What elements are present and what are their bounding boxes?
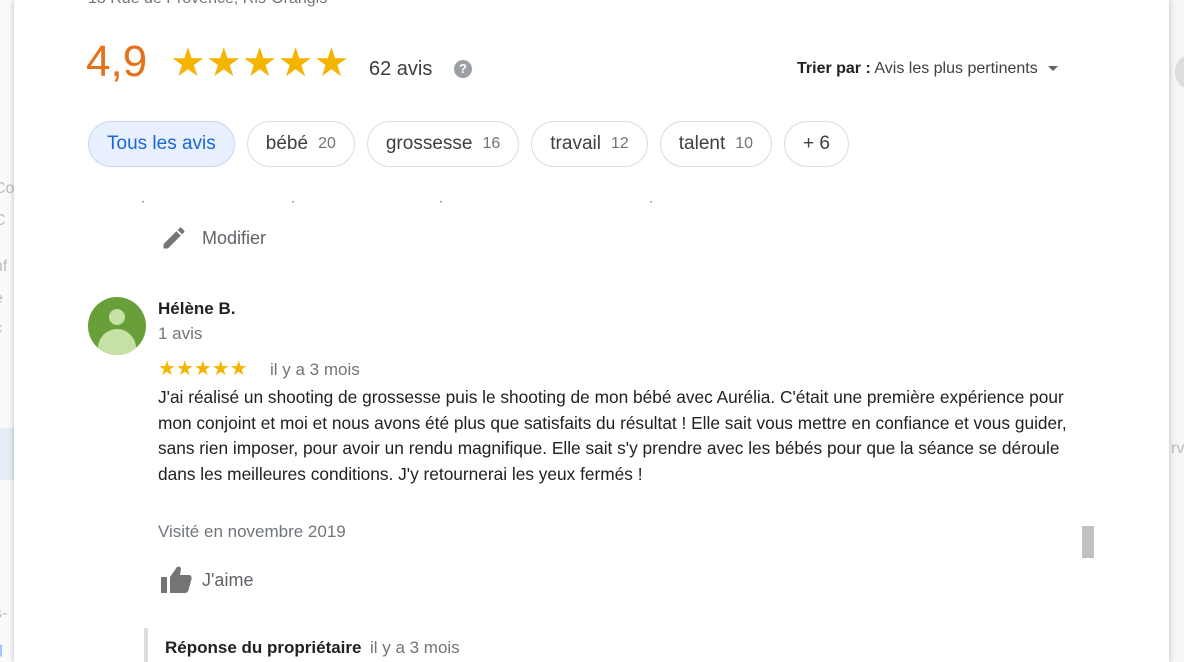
background-text: Co xyxy=(0,180,14,197)
background-selection xyxy=(0,428,14,480)
review-time: il y a 3 mois xyxy=(270,360,360,379)
filter-chip-all[interactable]: Tous les avis xyxy=(88,121,235,167)
review-count: 62 avis xyxy=(369,58,433,80)
chip-label: travail xyxy=(550,133,601,154)
sort-dropdown[interactable]: Trier par : Avis les plus pertinents xyxy=(797,60,1059,78)
pencil-icon xyxy=(163,227,185,249)
background-text: nf xyxy=(0,258,8,275)
chip-label: Tous les avis xyxy=(107,133,216,154)
avatar[interactable] xyxy=(88,297,146,355)
like-label: J'aime xyxy=(202,569,254,590)
review-text: J'ai réalisé un shooting de grossesse pu… xyxy=(158,387,1067,484)
chip-label: + 6 xyxy=(803,133,830,154)
owner-response-time: il y a 3 mois xyxy=(369,638,460,657)
background-left-window: Co C nf e c s- q xyxy=(0,0,14,662)
chip-count: 16 xyxy=(482,135,501,152)
chip-label: bébé xyxy=(265,133,309,154)
background-text: e xyxy=(0,290,3,308)
background-circle xyxy=(1175,56,1184,88)
background-text: rv xyxy=(1171,440,1184,457)
rating-stars: ★★★★★ xyxy=(170,41,350,85)
filter-chip-talent[interactable]: talent 10 xyxy=(659,121,773,167)
background-text: c xyxy=(0,320,2,338)
sort-label: Trier par : xyxy=(797,60,871,77)
sort-value: Avis les plus pertinents xyxy=(874,60,1038,77)
help-icon[interactable]: ? xyxy=(454,60,472,78)
background-text: q xyxy=(0,640,3,658)
reviews-dialog: 13 Rue de Provence, Ris-Orangis 4,9 ★★★★… xyxy=(14,0,1169,662)
scrollbar-thumb[interactable] xyxy=(1082,526,1094,558)
background-text: C xyxy=(0,212,6,230)
background-right-window: rv xyxy=(1169,0,1184,662)
reviewer-review-count: 1 avis xyxy=(158,324,203,343)
filter-chip-more[interactable]: + 6 xyxy=(784,121,849,167)
review-stars: ★★★★★ xyxy=(158,358,248,380)
thumbs-up-icon xyxy=(161,566,192,593)
like-button[interactable]: J'aime xyxy=(160,566,253,594)
owner-response-label: Réponse du propriétaire xyxy=(165,638,362,657)
filter-chip-bebe[interactable]: bébé 20 xyxy=(246,121,355,167)
visit-date: Visité en novembre 2019 xyxy=(158,522,346,541)
background-text: s- xyxy=(0,605,8,622)
average-rating: 4,9 xyxy=(86,37,148,86)
chip-count: 12 xyxy=(610,135,629,152)
dropdown-arrow-icon xyxy=(1048,66,1059,72)
chip-count: 10 xyxy=(735,135,754,152)
edit-review-button[interactable]: Modifier xyxy=(160,224,266,252)
chip-label: talent xyxy=(678,133,726,154)
owner-response: Réponse du propriétaire il y a 3 mois xyxy=(144,628,460,662)
chip-count: 20 xyxy=(318,135,336,152)
reviewer-name[interactable]: Hélène B. xyxy=(158,299,235,319)
filter-chip-grossesse[interactable]: grossesse 16 xyxy=(366,121,520,167)
place-address: 13 Rue de Provence, Ris-Orangis xyxy=(88,0,327,8)
filter-chips: Tous les avis bébé 20 grossesse 16 trava… xyxy=(88,121,849,167)
edit-label: Modifier xyxy=(202,227,267,248)
filter-chip-travail[interactable]: travail 12 xyxy=(531,121,648,167)
chip-label: grossesse xyxy=(385,133,473,154)
